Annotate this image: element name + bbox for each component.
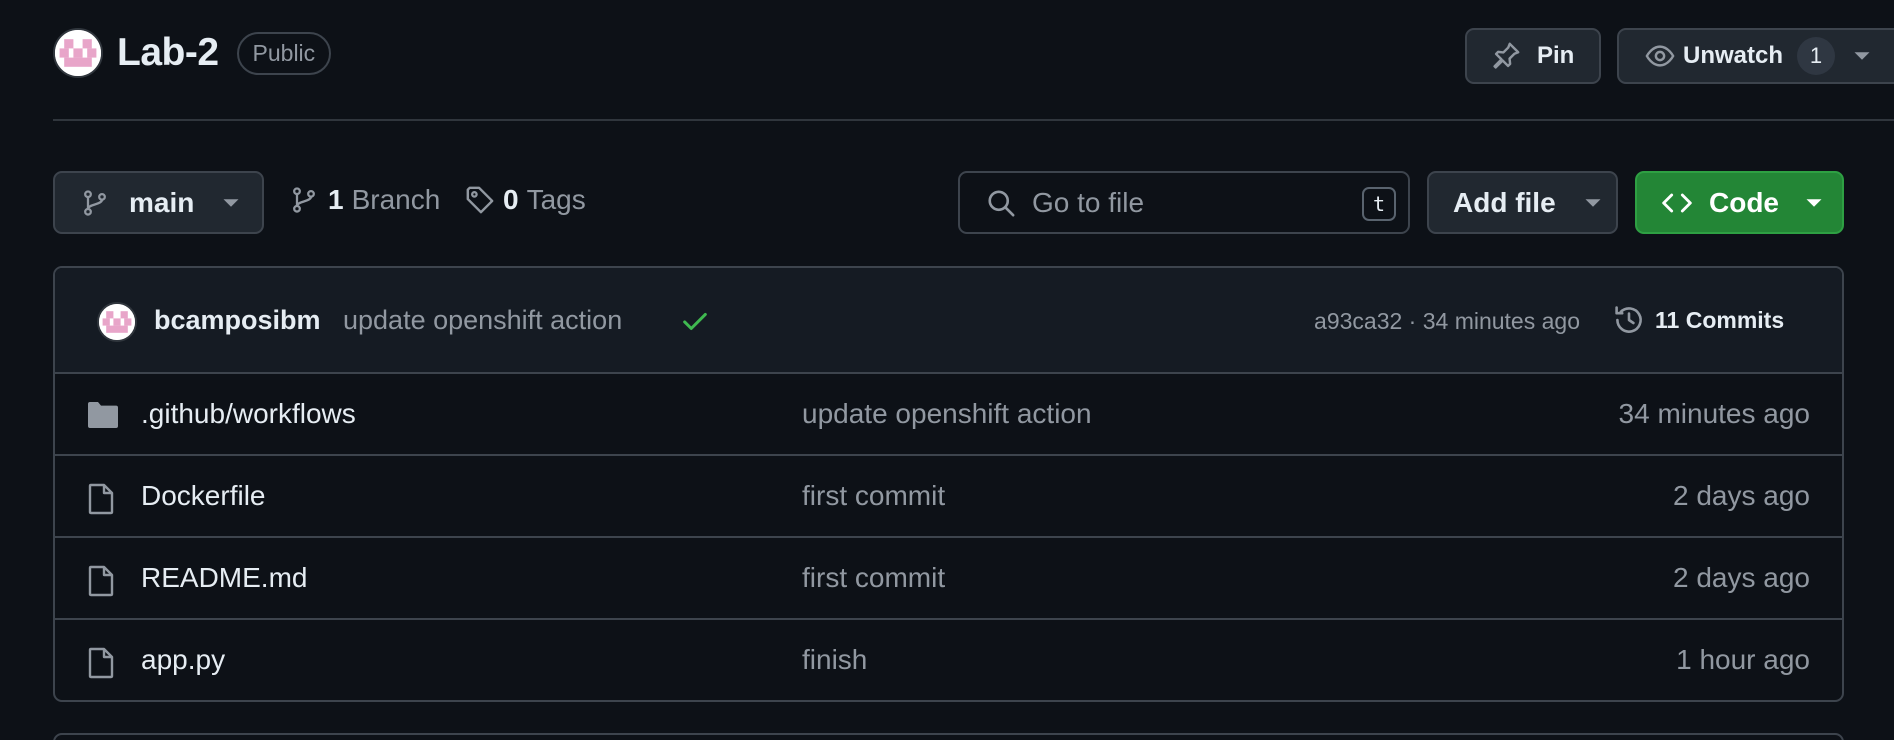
identicon-icon bbox=[55, 30, 101, 76]
code-button[interactable]: Code bbox=[1635, 171, 1844, 234]
git-branch-icon bbox=[84, 189, 106, 216]
go-to-file-input[interactable] bbox=[1030, 185, 1350, 220]
check-icon[interactable] bbox=[680, 306, 710, 336]
identicon-icon bbox=[99, 304, 135, 340]
add-file-button[interactable]: Add file bbox=[1427, 171, 1618, 234]
code-icon bbox=[1662, 193, 1692, 212]
branch-selector[interactable]: main bbox=[53, 171, 264, 234]
folder-icon bbox=[88, 402, 118, 428]
repo-page: Lab-2 Public Pin Unwatch 1 main 1 Branch… bbox=[0, 0, 1894, 740]
file-icon bbox=[88, 565, 114, 597]
file-name[interactable]: README.md bbox=[141, 562, 307, 594]
file-commit-message[interactable]: finish bbox=[802, 644, 867, 676]
chevron-down-icon bbox=[223, 198, 239, 207]
file-age: 2 days ago bbox=[1673, 480, 1810, 511]
branch-count: 1 bbox=[328, 184, 344, 215]
chevron-down-icon bbox=[1585, 198, 1601, 207]
commit-author[interactable]: bcamposibm bbox=[154, 305, 321, 336]
tags-link[interactable]: 0 Tags bbox=[465, 184, 586, 216]
file-age: 1 hour ago bbox=[1676, 644, 1810, 675]
add-file-label: Add file bbox=[1453, 186, 1556, 218]
code-label: Code bbox=[1709, 186, 1779, 218]
file-age: 2 days ago bbox=[1673, 562, 1810, 593]
file-name[interactable]: .github/workflows bbox=[141, 398, 356, 430]
pin-label: Pin bbox=[1537, 42, 1575, 69]
unwatch-button[interactable]: Unwatch 1 bbox=[1617, 28, 1894, 84]
git-branch-icon bbox=[293, 187, 315, 213]
file-commit-message[interactable]: first commit bbox=[802, 562, 945, 594]
tag-label: Tags bbox=[526, 184, 586, 215]
latest-commit-bar: bcamposibm update openshift action a93ca… bbox=[55, 268, 1842, 374]
tag-count: 0 bbox=[503, 184, 519, 215]
commit-hash-time[interactable]: a93ca32 · 34 minutes ago bbox=[1314, 308, 1580, 335]
tag-icon bbox=[466, 186, 494, 214]
history-icon bbox=[1615, 306, 1642, 333]
chevron-down-icon bbox=[1806, 198, 1822, 207]
file-name[interactable]: app.py bbox=[141, 644, 225, 676]
file-icon bbox=[88, 647, 114, 679]
file-row[interactable]: README.md first commit 2 days ago bbox=[55, 538, 1842, 620]
file-browser: bcamposibm update openshift action a93ca… bbox=[53, 266, 1844, 702]
commits-history-link[interactable]: 11 Commits bbox=[1613, 304, 1784, 336]
search-icon bbox=[988, 189, 1015, 216]
file-row[interactable]: app.py finish 1 hour ago bbox=[55, 620, 1842, 700]
file-commit-message[interactable]: first commit bbox=[802, 480, 945, 512]
unwatch-label: Unwatch bbox=[1683, 42, 1784, 69]
go-to-file-search[interactable]: t bbox=[958, 171, 1410, 234]
repo-title[interactable]: Lab-2 bbox=[117, 31, 219, 75]
eye-icon bbox=[1645, 45, 1675, 67]
file-commit-message[interactable]: update openshift action bbox=[802, 398, 1092, 430]
file-icon bbox=[88, 483, 114, 515]
header-divider bbox=[53, 119, 1894, 121]
file-age: 34 minutes ago bbox=[1618, 398, 1810, 429]
pin-button[interactable]: Pin bbox=[1465, 28, 1601, 84]
branch-name: main bbox=[129, 186, 195, 218]
visibility-badge: Public bbox=[236, 31, 332, 75]
file-name[interactable]: Dockerfile bbox=[141, 480, 265, 512]
owner-avatar[interactable] bbox=[53, 28, 103, 78]
commit-author-avatar[interactable] bbox=[97, 302, 137, 342]
branch-label: Branch bbox=[351, 184, 441, 215]
file-row[interactable]: .github/workflows update openshift actio… bbox=[55, 374, 1842, 456]
readme-panel-edge bbox=[53, 733, 1844, 740]
branches-link[interactable]: 1 Branch bbox=[290, 184, 440, 216]
commits-count-label: 11 Commits bbox=[1655, 306, 1785, 333]
commit-message[interactable]: update openshift action bbox=[343, 305, 622, 336]
repo-header: Lab-2 Public bbox=[53, 28, 332, 78]
watchers-count: 1 bbox=[1797, 37, 1836, 75]
pin-icon bbox=[1493, 42, 1520, 69]
chevron-down-icon bbox=[1854, 52, 1870, 60]
file-row[interactable]: Dockerfile first commit 2 days ago bbox=[55, 456, 1842, 538]
keyboard-shortcut-hint: t bbox=[1362, 187, 1396, 221]
